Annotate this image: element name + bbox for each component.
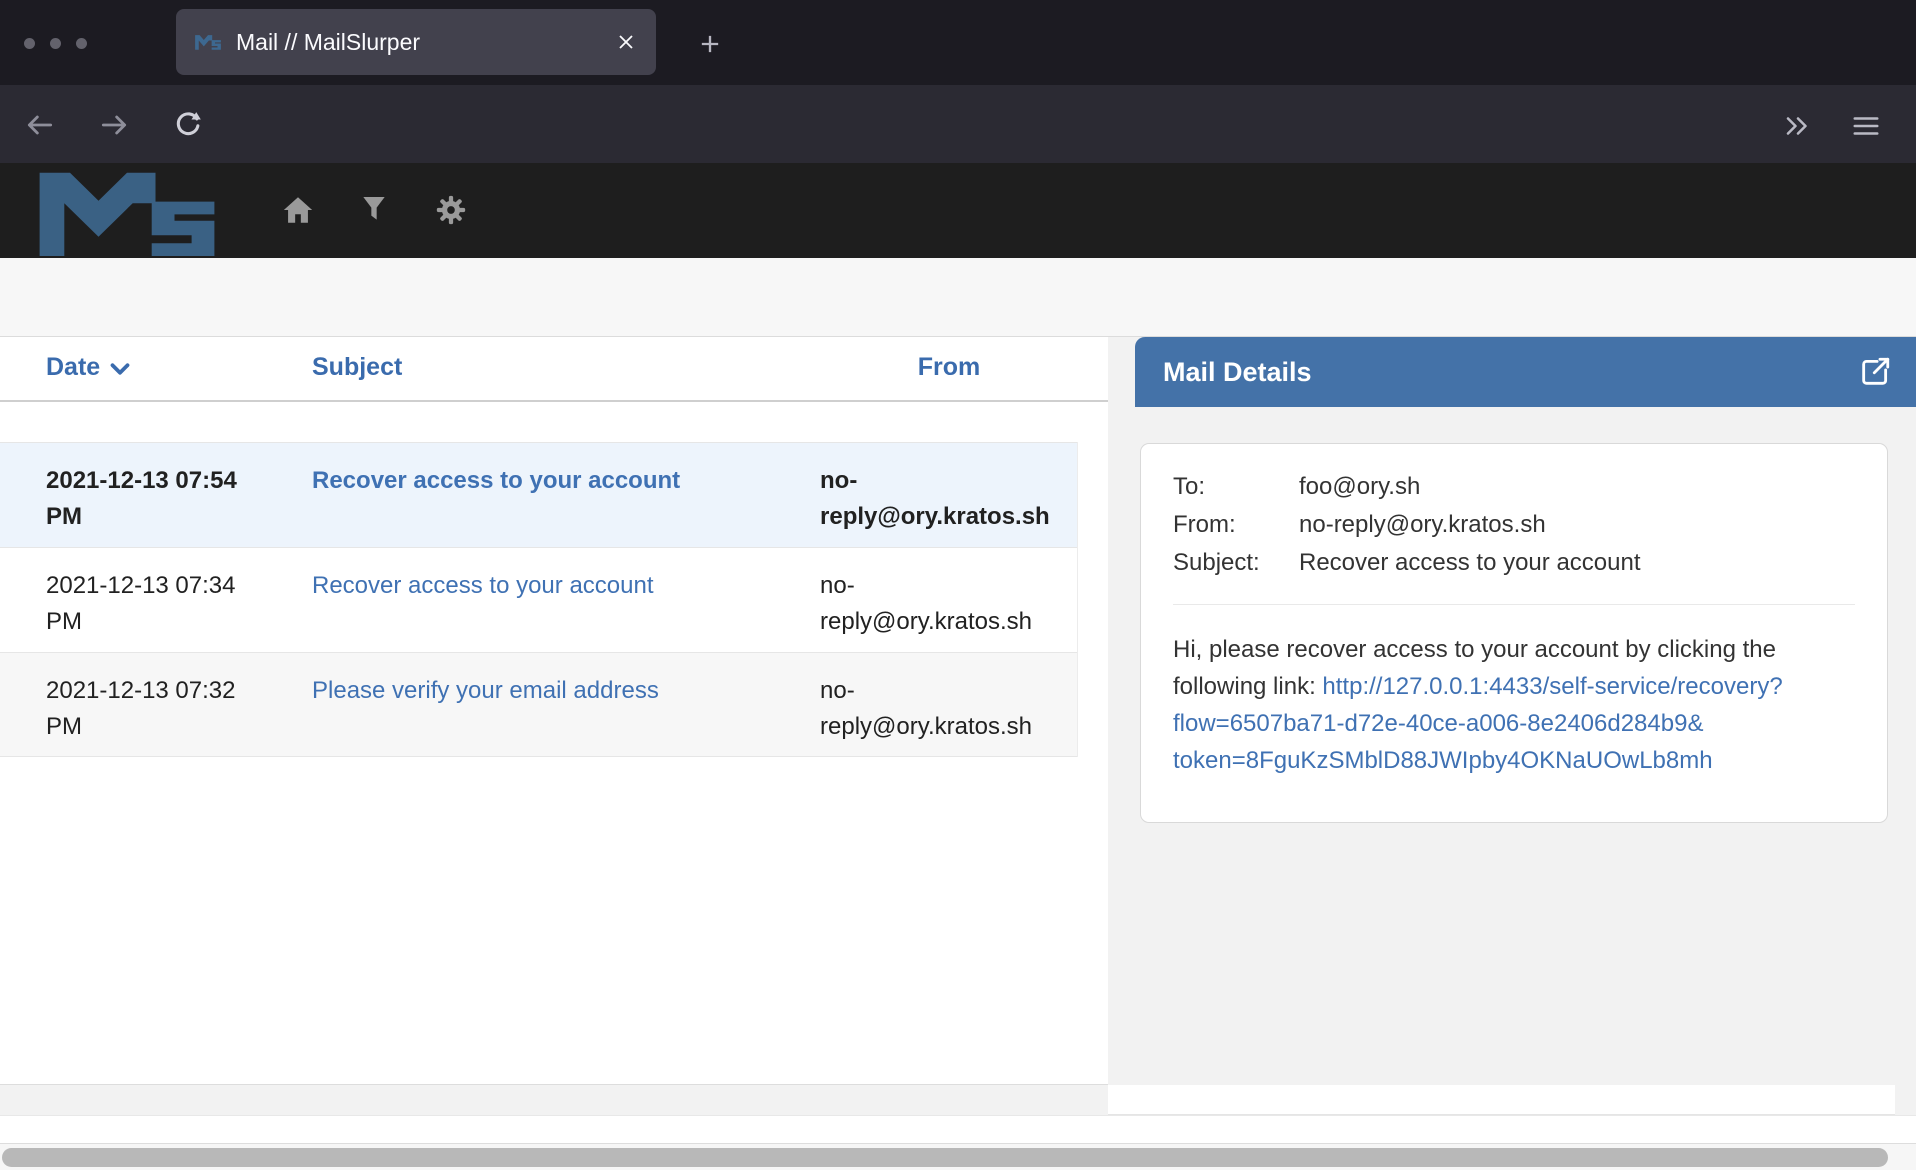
mailslurper-logo	[32, 168, 222, 256]
mail-subject-cell: Please verify your email address	[312, 673, 820, 756]
home-icon[interactable]	[281, 193, 315, 227]
mail-from: no- reply@ory.kratos.sh	[820, 568, 1078, 652]
mail-from: no- reply@ory.kratos.sh	[820, 673, 1078, 756]
mail-details-header: Mail Details	[1135, 337, 1916, 407]
mailslurper-favicon-icon	[194, 34, 222, 50]
from-value: no-reply@ory.kratos.sh	[1299, 506, 1855, 544]
window-controls[interactable]	[24, 38, 87, 49]
mail-body: Hi, please recover access to your accoun…	[1173, 631, 1855, 779]
subject-value: Recover access to your account	[1299, 544, 1855, 582]
to-value: foo@ory.sh	[1299, 468, 1855, 506]
filter-funnel-icon[interactable]	[358, 193, 392, 227]
mail-list-panel: Date Subject From 2021-12-13 07:54 PMRec…	[0, 337, 1108, 1085]
mail-date: 2021-12-13 07:32 PM	[46, 673, 312, 756]
settings-gear-icon[interactable]	[434, 193, 468, 227]
menu-hamburger-icon[interactable]	[1850, 111, 1882, 143]
mail-date: 2021-12-13 07:54 PM	[46, 463, 312, 547]
browser-tab-bar: Mail // MailSlurper	[0, 0, 1916, 85]
column-header-from[interactable]: From	[820, 353, 1078, 400]
browser-tab[interactable]: Mail // MailSlurper	[176, 9, 656, 75]
overflow-chevrons-icon[interactable]	[1782, 111, 1814, 143]
new-tab-button[interactable]	[688, 22, 732, 66]
sort-chevron-down-icon	[110, 362, 130, 376]
mail-list-rows: 2021-12-13 07:54 PMRecover access to you…	[0, 442, 1078, 757]
forward-button-icon[interactable]	[98, 109, 130, 141]
mail-subject-link[interactable]: Recover access to your account	[312, 467, 680, 494]
footer-strip	[0, 1115, 1916, 1143]
mail-subject-link[interactable]: Please verify your email address	[312, 677, 659, 704]
horizontal-scrollbar-thumb[interactable]	[2, 1148, 1888, 1167]
card-separator	[1173, 604, 1855, 605]
bottom-gap	[0, 1085, 1108, 1115]
mail-list-header: Date Subject From	[0, 337, 1108, 402]
tab-close-icon[interactable]	[614, 30, 638, 54]
tab-title: Mail // MailSlurper	[236, 29, 604, 56]
horizontal-scrollbar[interactable]	[0, 1143, 1916, 1170]
reload-button-icon[interactable]	[172, 109, 204, 141]
app-toolbar: Refresh Search	[0, 258, 1916, 337]
back-button-icon[interactable]	[24, 109, 56, 141]
to-label: To:	[1173, 468, 1299, 506]
mail-list-row[interactable]: 2021-12-13 07:34 PMRecover access to you…	[0, 547, 1077, 652]
mail-subject-cell: Recover access to your account	[312, 568, 820, 652]
column-header-subject[interactable]: Subject	[312, 353, 820, 400]
from-label: From:	[1173, 506, 1299, 544]
details-panel-bottom	[1108, 1085, 1895, 1115]
mail-list-row[interactable]: 2021-12-13 07:54 PMRecover access to you…	[0, 442, 1077, 547]
mail-from: no- reply@ory.kratos.sh	[820, 463, 1078, 547]
external-link-icon[interactable]	[1858, 355, 1892, 389]
column-header-date[interactable]: Date	[46, 353, 312, 400]
mail-date: 2021-12-13 07:34 PM	[46, 568, 312, 652]
mail-details-card: To: foo@ory.sh From: no-reply@ory.kratos…	[1140, 443, 1888, 823]
mail-list-row[interactable]: 2021-12-13 07:32 PMPlease verify your em…	[0, 652, 1077, 757]
mail-subject-link[interactable]: Recover access to your account	[312, 572, 654, 599]
mailslurper-navbar	[0, 163, 1916, 258]
mail-subject-cell: Recover access to your account	[312, 463, 820, 547]
browser-navigation-bar: 127.0.0.1:4436/# 90%	[0, 85, 1916, 163]
subject-label: Subject:	[1173, 544, 1299, 582]
mail-details-title: Mail Details	[1163, 357, 1858, 388]
